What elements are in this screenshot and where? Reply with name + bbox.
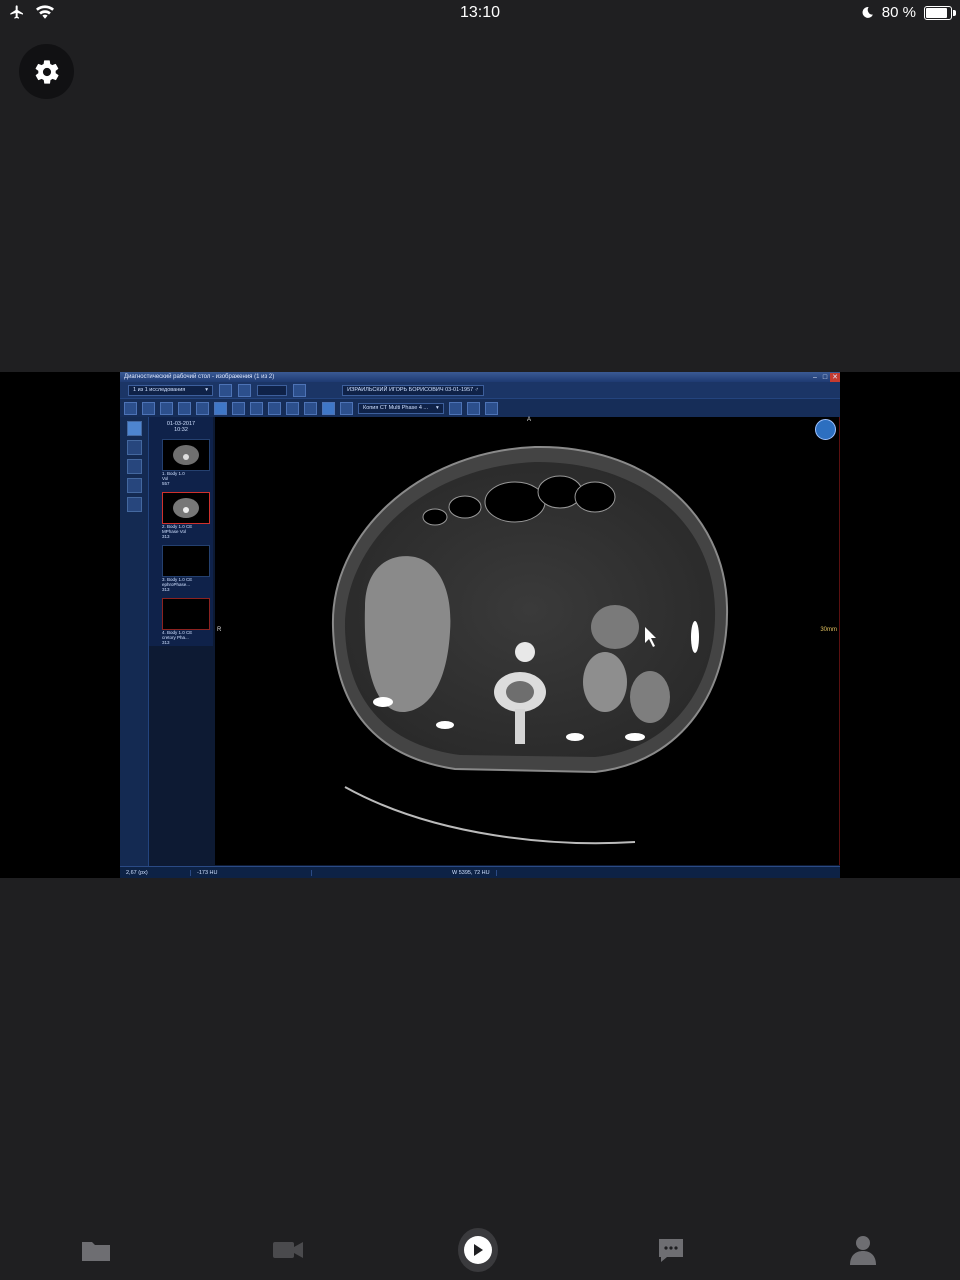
thumbnails-icon[interactable] <box>127 421 142 436</box>
hu-readout: -173 HU <box>191 870 312 876</box>
folder-icon <box>82 1242 110 1261</box>
clipboard-icon[interactable] <box>127 478 142 493</box>
reset-tool-icon[interactable] <box>322 401 335 415</box>
left-tool-strip <box>120 417 149 869</box>
grid-tool-icon[interactable] <box>124 401 137 415</box>
tab-play[interactable] <box>458 1228 498 1272</box>
series-thumbnail[interactable] <box>162 545 210 577</box>
settings-button[interactable] <box>19 44 74 99</box>
window-readout: W 5395, 72 HU <box>312 870 497 876</box>
play-button[interactable] <box>458 1228 498 1272</box>
tab-chat[interactable] <box>651 1230 691 1270</box>
clock: 13:10 <box>459 4 501 21</box>
next-series-icon[interactable] <box>466 401 480 415</box>
layout-grid-icon[interactable] <box>340 401 353 415</box>
zoom-tool-icon[interactable] <box>178 401 191 415</box>
chevron-down-icon: ▾ <box>205 386 209 393</box>
series-selector[interactable]: Копия CT Multi Phase 4 ... ▾ <box>358 402 444 414</box>
video-icon <box>273 1242 303 1258</box>
thumbnail-caption: 2. Body 1.0 CE MPhase Vol 313 <box>162 524 193 539</box>
viewer-status-line: 2,67 (px) -173 HU W 5395, 72 HU <box>120 866 840 878</box>
patient-label: ИЗРАИЛЬСКИЙ ИГОРЬ БОРИСОВИЧ 03-01-1957 ♂ <box>347 386 479 393</box>
close-icon[interactable]: ✕ <box>830 372 840 382</box>
window-titlebar: Диагностический рабочий стол - изображен… <box>120 372 840 382</box>
orientation-marker-top: A <box>527 417 532 423</box>
camera-tool-icon[interactable] <box>142 401 155 415</box>
gear-icon <box>35 59 59 84</box>
ct-image-viewport[interactable]: A R 30mm <box>215 417 840 865</box>
layout-icon[interactable] <box>293 383 307 397</box>
series-thumbnail-panel: 01-03-2017 10:32 1. Body 1.0 Vol 557 2. … <box>149 417 213 646</box>
study-selector-value: 1 из 1 исследования <box>133 386 186 393</box>
thumbnail-caption: 3. Body 1.0 CE ephroPhase... 313 <box>162 577 193 592</box>
window-title: Диагностический рабочий стол - изображен… <box>124 374 275 380</box>
tab-video[interactable] <box>268 1230 308 1270</box>
angle-tool-icon[interactable] <box>250 401 263 415</box>
prev-series-icon[interactable] <box>448 401 462 415</box>
series-selector-value: Копия CT Multi Phase 4 ... <box>363 404 429 411</box>
prev-study-icon[interactable] <box>219 383 233 397</box>
study-selector[interactable]: 1 из 1 исследования ▾ <box>128 384 214 396</box>
next-study-icon[interactable] <box>238 383 252 397</box>
print-icon[interactable] <box>127 497 142 512</box>
brush-icon[interactable] <box>127 440 142 455</box>
link-tool-icon[interactable] <box>268 401 281 415</box>
orientation-marker-left: R <box>217 627 222 633</box>
sync-icon[interactable] <box>815 419 836 440</box>
invert-tool-icon[interactable] <box>232 401 245 415</box>
patient-field: ИЗРАИЛЬСКИЙ ИГОРЬ БОРИСОВИЧ 03-01-1957 ♂ <box>342 384 484 396</box>
tab-bar <box>0 1220 960 1280</box>
study-toolbar: 1 из 1 исследования ▾ ИЗРАИЛЬСКИЙ ИГОРЬ … <box>120 382 840 398</box>
head-tool-icon[interactable] <box>286 401 299 415</box>
tab-profile[interactable] <box>843 1230 883 1270</box>
series-thumbnail[interactable] <box>162 598 210 630</box>
tab-files[interactable] <box>76 1230 116 1270</box>
restore-icon[interactable]: □ <box>820 373 830 382</box>
cine-tool-icon[interactable] <box>304 401 317 415</box>
window-level-tool-icon[interactable] <box>214 401 227 415</box>
study-time: 10:32 <box>174 427 188 433</box>
shared-screen-stage: Диагностический рабочий стол - изображен… <box>0 372 960 878</box>
series-thumbnail[interactable] <box>162 492 210 524</box>
study-date-block: 01-03-2017 10:32 <box>149 417 213 433</box>
chat-icon <box>659 1239 683 1262</box>
thumbnail-caption: 4. Body 1.0 CE cretory Pha... 313 <box>162 630 193 645</box>
moon-icon <box>862 7 873 18</box>
thumbnail-caption: 1. Body 1.0 Vol 557 <box>162 471 185 486</box>
person-icon <box>850 1236 876 1265</box>
zoom-readout: 2,67 (px) <box>120 870 191 876</box>
chevron-down-icon: ▾ <box>436 404 439 411</box>
ct-slice-image <box>331 445 729 845</box>
tools-toolbar: Копия CT Multi Phase 4 ... ▾ <box>120 398 840 417</box>
battery-percent: 80 % <box>881 4 916 21</box>
minimize-icon[interactable]: – <box>810 373 820 382</box>
status-bar: 13:10 80 % <box>0 0 960 28</box>
tile-icon[interactable] <box>484 401 498 415</box>
page-field[interactable] <box>257 384 288 396</box>
scale-label: 30mm <box>820 627 837 633</box>
series-tool-icon[interactable] <box>160 401 173 415</box>
battery-icon <box>924 5 956 20</box>
crosshair-icon[interactable] <box>127 459 142 474</box>
pan-tool-icon[interactable] <box>196 401 209 415</box>
play-icon <box>474 1244 483 1256</box>
series-thumbnail[interactable] <box>162 439 210 471</box>
shared-screen-window[interactable]: Диагностический рабочий стол - изображен… <box>120 372 840 878</box>
